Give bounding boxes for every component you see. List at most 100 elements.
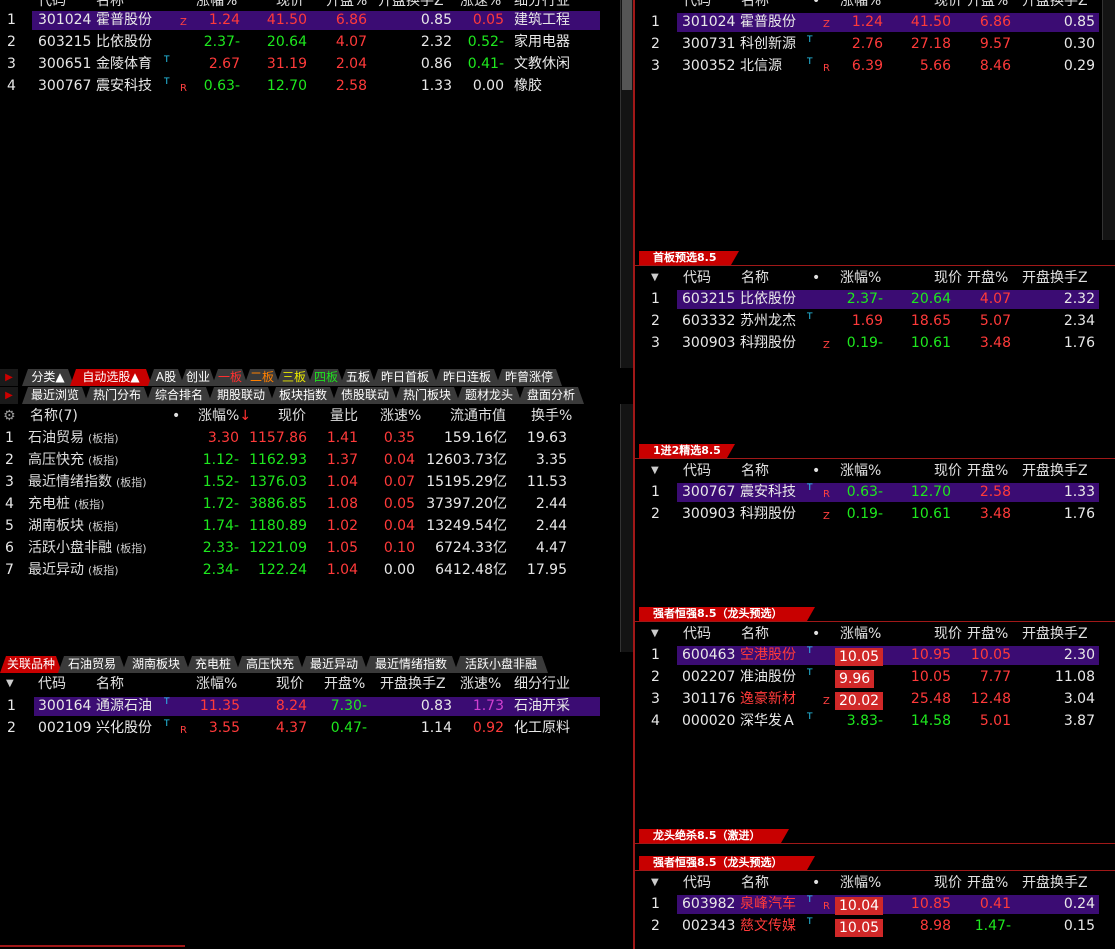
arrow-right-icon[interactable]: ▶ <box>0 369 18 386</box>
col-code[interactable]: 代码 <box>683 0 711 11</box>
tab-10[interactable]: 昨日连板 <box>434 369 500 386</box>
col-chg[interactable]: 涨幅% <box>196 674 237 694</box>
tab-4[interactable]: 一板 <box>212 369 248 386</box>
tab-1[interactable]: 自动选股▲ <box>70 369 152 386</box>
table-row[interactable]: 4 充电桩 (板指) -1.72 3886.85 1.08 0.05 37397.20亿 2.4… <box>0 493 620 515</box>
col-speed[interactable]: 涨速% <box>460 674 501 694</box>
scrollbar[interactable] <box>1102 0 1115 240</box>
panel-title[interactable]: 强者恒强8.5（龙头预选） <box>639 607 815 621</box>
col-open[interactable]: 开盘% <box>967 268 1008 288</box>
table-row[interactable]: 5 湖南板块 (板指) -1.74 1180.89 1.02 0.04 13249.54亿 2.… <box>0 515 620 537</box>
arrow-right-icon[interactable]: ▶ <box>0 387 18 404</box>
tab3-5[interactable]: 最近异动 <box>300 656 368 673</box>
table-row[interactable]: 2 300903 科翔股份 Z -0.19 10.61 3.48 1.76 <box>635 503 1105 525</box>
table-row[interactable]: 1300164通源石油T11.358.24-7.300.831.73石油开采 <box>0 695 620 717</box>
tab-11[interactable]: 昨曾涨停 <box>496 369 562 386</box>
col-price[interactable]: 现价 <box>934 624 962 644</box>
col-name[interactable]: 名称 <box>741 268 769 288</box>
table-row[interactable]: 2 603215 比依股份 -2.37 20.64 4.07 2.32 -0.52 家用电器 <box>0 31 620 53</box>
col-price[interactable]: 现价 <box>934 0 962 11</box>
col-code[interactable]: 代码 <box>683 873 711 893</box>
table-row[interactable]: 1603215比依股份-2.3720.644.072.32 <box>635 288 1105 310</box>
col-chg[interactable]: 涨幅% <box>840 268 881 288</box>
col-name[interactable]: 名称 <box>741 873 769 893</box>
tab2-8[interactable]: 盘面分析 <box>518 387 584 404</box>
table-row[interactable]: 2 002207 准油股份 T 9.96 10.05 7.77 11.08 <box>635 666 1105 688</box>
table-row[interactable]: 1 石油贸易 (板指) 3.30 1157.86 1.41 0.35 159.16亿 19.63 <box>0 427 620 449</box>
tab2-1[interactable]: 热门分布 <box>84 387 150 404</box>
col-turn[interactable]: 开盘换手Z <box>1022 268 1088 288</box>
collapse-icon[interactable]: ▼ <box>651 873 659 893</box>
tab2-0[interactable]: 最近浏览 <box>22 387 88 404</box>
table-row[interactable]: 7 最近异动 (板指) -2.34 122.24 1.04 0.00 6412.48亿 17.9… <box>0 559 620 581</box>
panel-title[interactable]: 首板预选8.5 <box>639 251 739 265</box>
tab-6[interactable]: 三板 <box>276 369 312 386</box>
tab-9[interactable]: 昨日首板 <box>372 369 438 386</box>
tab-3[interactable]: 创业 <box>180 369 216 386</box>
col-turn[interactable]: 开盘换手Z <box>1022 624 1088 644</box>
col-open[interactable]: 开盘% <box>967 624 1008 644</box>
col-chg[interactable]: 涨幅% <box>840 0 881 11</box>
tab3-6[interactable]: 最近情绪指数 <box>364 656 458 673</box>
tab3-2[interactable]: 湖南板块 <box>122 656 190 673</box>
tab2-4[interactable]: 板块指数 <box>270 387 336 404</box>
tab3-3[interactable]: 充电桩 <box>186 656 240 673</box>
col-code[interactable]: 代码 <box>683 268 711 288</box>
tab2-2[interactable]: 综合排名 <box>146 387 212 404</box>
table-row[interactable]: 1301024霍普股份Z1.2441.506.860.850.05建筑工程 <box>0 9 620 31</box>
col-code[interactable]: 代码 <box>683 624 711 644</box>
col-name[interactable]: 名称 <box>741 624 769 644</box>
col-turn[interactable]: 开盘换手Z <box>1022 461 1088 481</box>
col-chg[interactable]: 涨幅% <box>840 873 881 893</box>
table-row[interactable]: 6 活跃小盘非融 (板指) -2.33 1221.09 1.05 0.10 6724.33亿 4… <box>0 537 620 559</box>
col-name[interactable]: 名称(7) <box>30 406 78 426</box>
col-turn[interactable]: 开盘换手Z <box>1022 0 1088 11</box>
col-volratio[interactable]: 量比 <box>330 406 358 426</box>
col-chg[interactable]: 涨幅% <box>840 624 881 644</box>
col-name[interactable]: 名称 <box>741 0 769 11</box>
col-code[interactable]: 代码 <box>683 461 711 481</box>
tab-8[interactable]: 五板 <box>340 369 376 386</box>
tab-5[interactable]: 二板 <box>244 369 280 386</box>
collapse-icon[interactable]: ▼ <box>651 624 659 644</box>
tab2-7[interactable]: 题材龙头 <box>456 387 522 404</box>
table-row[interactable]: 2 高压快充 (板指) -1.12 1162.93 1.37 0.04 12603.73亿 3.… <box>0 449 620 471</box>
tab3-0[interactable]: 关联品种 <box>0 656 62 673</box>
table-row[interactable]: 2 002109 兴化股份 T R 3.55 4.37 -0.47 1.14 0.92 化工原料 <box>0 717 620 739</box>
table-row[interactable]: 2 300731 科创新源 T 2.76 27.18 9.57 0.30 <box>635 33 1105 55</box>
col-price[interactable]: 现价 <box>278 406 306 426</box>
tab-7[interactable]: 四板 <box>308 369 344 386</box>
panel-title[interactable]: 强者恒强8.5（龙头预选） <box>639 856 815 870</box>
table-row[interactable]: 3 300352 北信源 T R 6.39 5.66 8.46 0.29 <box>635 55 1105 77</box>
col-open[interactable]: 开盘% <box>967 0 1008 11</box>
table-row[interactable]: 4 300767 震安科技 T R -0.63 12.70 2.58 1.33 0.00 橡胶 <box>0 75 620 97</box>
col-speed[interactable]: 涨速% <box>380 406 421 426</box>
tab3-7[interactable]: 活跃小盘非融 <box>454 656 548 673</box>
scrollbar[interactable] <box>620 404 633 652</box>
table-row[interactable]: 3 301176 逸豪新材 Z 20.02 25.48 12.48 3.04 <box>635 688 1105 710</box>
col-code[interactable]: 代码 <box>38 674 66 694</box>
gear-icon[interactable]: ⚙ <box>3 406 16 426</box>
col-name[interactable]: 名称 <box>96 674 124 694</box>
scrollbar[interactable] <box>620 0 633 368</box>
col-industry[interactable]: 细分行业 <box>514 674 570 694</box>
col-name[interactable]: 名称 <box>741 461 769 481</box>
tab-2[interactable]: A股 <box>148 369 184 386</box>
col-chg[interactable]: 涨幅% <box>840 461 881 481</box>
table-row[interactable]: 1301024霍普股份Z1.2441.506.860.85 <box>635 11 1105 33</box>
tab2-3[interactable]: 期股联动 <box>208 387 274 404</box>
table-row[interactable]: 2 002343 慈文传媒 T 10.05 8.98 -1.47 0.15 <box>635 915 1105 937</box>
table-row[interactable]: 2 603332 苏州龙杰 T 1.69 18.65 5.07 2.34 <box>635 310 1105 332</box>
tab2-6[interactable]: 热门板块 <box>394 387 460 404</box>
panel-title[interactable]: 龙头绝杀8.5（激进） <box>639 829 789 843</box>
tab3-4[interactable]: 高压快充 <box>236 656 304 673</box>
col-chg[interactable]: 涨幅%↓ <box>198 406 251 426</box>
col-price[interactable]: 现价 <box>934 461 962 481</box>
col-price[interactable]: 现价 <box>276 674 304 694</box>
col-price[interactable]: 现价 <box>934 873 962 893</box>
col-turn[interactable]: 换手% <box>531 406 572 426</box>
collapse-icon[interactable]: ▼ <box>651 461 659 481</box>
table-row[interactable]: 1600463空港股份T10.0510.9510.052.30 <box>635 644 1105 666</box>
table-row[interactable]: 1603982泉峰汽车TR10.0410.850.410.24 <box>635 893 1105 915</box>
tab-0[interactable]: 分类▲ <box>22 369 74 386</box>
